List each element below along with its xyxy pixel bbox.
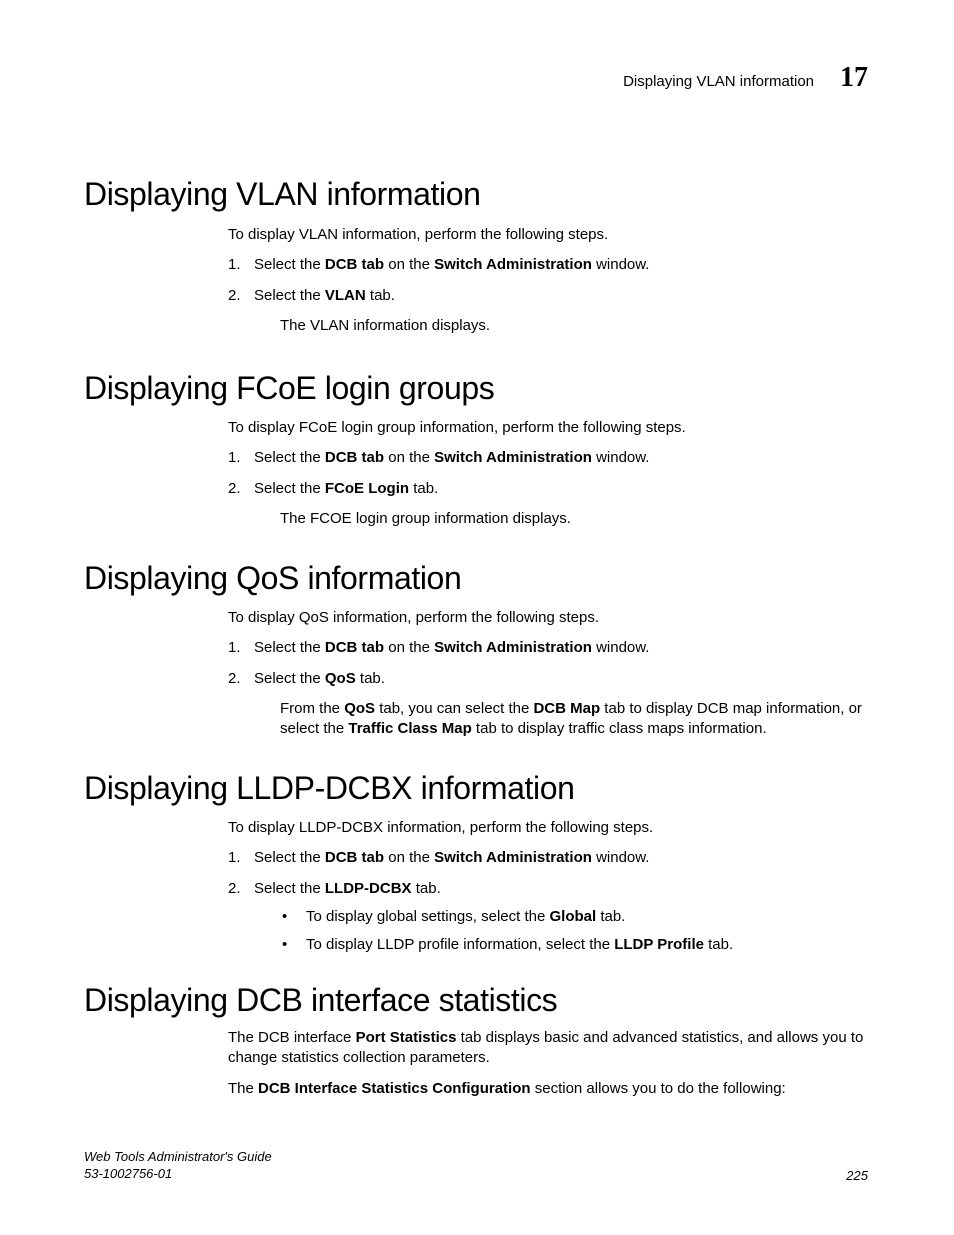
section-heading: Displaying LLDP-DCBX information [84,770,575,807]
step-subtext: The VLAN information displays. [280,316,868,336]
step-text: tab. [409,480,438,497]
step-text: Select the [254,670,325,687]
page-footer: Web Tools Administrator's Guide 53-10027… [84,1149,868,1183]
step-text: window. [592,639,650,656]
step-text: on the [384,449,434,466]
step-item: Select the FCoE Login tab. The FCOE logi… [228,479,868,530]
step-list: Select the DCB tab on the Switch Adminis… [228,448,868,529]
step-item: Select the VLAN tab. The VLAN informatio… [228,286,868,337]
section-heading: Displaying VLAN information [84,176,481,213]
running-header-chapter: 17 [840,62,868,94]
text: tab. [704,936,733,953]
step-text: window. [592,849,650,866]
footer-page-number: 225 [846,1168,868,1183]
section-body: To display QoS information, perform the … [228,608,868,749]
section-heading: Displaying FCoE login groups [84,370,494,407]
step-text: on the [384,256,434,273]
bold: Switch Administration [434,449,592,466]
bold: DCB tab [325,639,384,656]
running-header-title: Displaying VLAN information [623,73,814,90]
bold: FCoE Login [325,480,409,497]
text: The DCB interface [228,1029,356,1046]
bullet-item: To display global settings, select the G… [282,907,868,927]
section-heading: Displaying QoS information [84,560,461,597]
section-body: To display FCoE login group information,… [228,418,868,539]
bold: Switch Administration [434,849,592,866]
step-text: tab. [356,670,385,687]
intro-text: To display QoS information, perform the … [228,608,868,628]
text: tab to display traffic class maps inform… [472,720,767,737]
step-subtext: The FCOE login group information display… [280,509,868,529]
bold: QoS [344,700,375,717]
bullet-list: To display global settings, select the G… [254,907,868,956]
footer-doc-id: 53-1002756-01 [84,1166,272,1183]
step-item: Select the DCB tab on the Switch Adminis… [228,255,868,275]
step-list: Select the DCB tab on the Switch Adminis… [228,848,868,955]
bold: LLDP Profile [614,936,704,953]
step-text: tab. [366,287,395,304]
step-list: Select the DCB tab on the Switch Adminis… [228,255,868,336]
paragraph: The DCB Interface Statistics Configurati… [228,1079,868,1099]
step-text: on the [384,849,434,866]
text: To display global settings, select the [306,908,549,925]
bold: VLAN [325,287,366,304]
bold: Switch Administration [434,256,592,273]
text: tab. [596,908,625,925]
section-heading: Displaying DCB interface statistics [84,982,557,1019]
step-text: Select the [254,880,325,897]
bold: DCB Interface Statistics Configuration [258,1080,531,1097]
step-text: tab. [412,880,441,897]
step-text: Select the [254,449,325,466]
section-body: The DCB interface Port Statistics tab di… [228,1028,868,1109]
step-item: Select the QoS tab. From the QoS tab, yo… [228,669,868,740]
footer-left: Web Tools Administrator's Guide 53-10027… [84,1149,272,1183]
intro-text: To display FCoE login group information,… [228,418,868,438]
bold: QoS [325,670,356,687]
bold: Switch Administration [434,639,592,656]
intro-text: To display LLDP-DCBX information, perfor… [228,818,868,838]
step-subtext: From the QoS tab, you can select the DCB… [280,699,868,740]
step-text: Select the [254,256,325,273]
step-item: Select the DCB tab on the Switch Adminis… [228,848,868,868]
text: From the [280,700,344,717]
step-text: Select the [254,287,325,304]
step-list: Select the DCB tab on the Switch Adminis… [228,638,868,739]
bold: DCB Map [533,700,600,717]
step-item: Select the DCB tab on the Switch Adminis… [228,448,868,468]
running-header: Displaying VLAN information 17 [0,62,954,94]
bold: DCB tab [325,849,384,866]
text: The [228,1080,258,1097]
paragraph: The DCB interface Port Statistics tab di… [228,1028,868,1069]
footer-doc-title: Web Tools Administrator's Guide [84,1149,272,1166]
bullet-item: To display LLDP profile information, sel… [282,935,868,955]
text: tab, you can select the [375,700,533,717]
bold: DCB tab [325,449,384,466]
section-body: To display LLDP-DCBX information, perfor… [228,818,868,965]
step-text: window. [592,449,650,466]
bold: LLDP-DCBX [325,880,412,897]
page: Displaying VLAN information 17 Displayin… [0,0,954,1235]
intro-text: To display VLAN information, perform the… [228,225,868,245]
step-item: Select the DCB tab on the Switch Adminis… [228,638,868,658]
text: section allows you to do the following: [531,1080,786,1097]
step-text: Select the [254,849,325,866]
step-text: on the [384,639,434,656]
bold: DCB tab [325,256,384,273]
step-item: Select the LLDP-DCBX tab. To display glo… [228,879,868,956]
text: To display LLDP profile information, sel… [306,936,614,953]
bold: Traffic Class Map [348,720,471,737]
step-text: Select the [254,480,325,497]
step-text: window. [592,256,650,273]
section-body: To display VLAN information, perform the… [228,225,868,346]
step-text: Select the [254,639,325,656]
bold: Port Statistics [356,1029,457,1046]
bold: Global [549,908,596,925]
